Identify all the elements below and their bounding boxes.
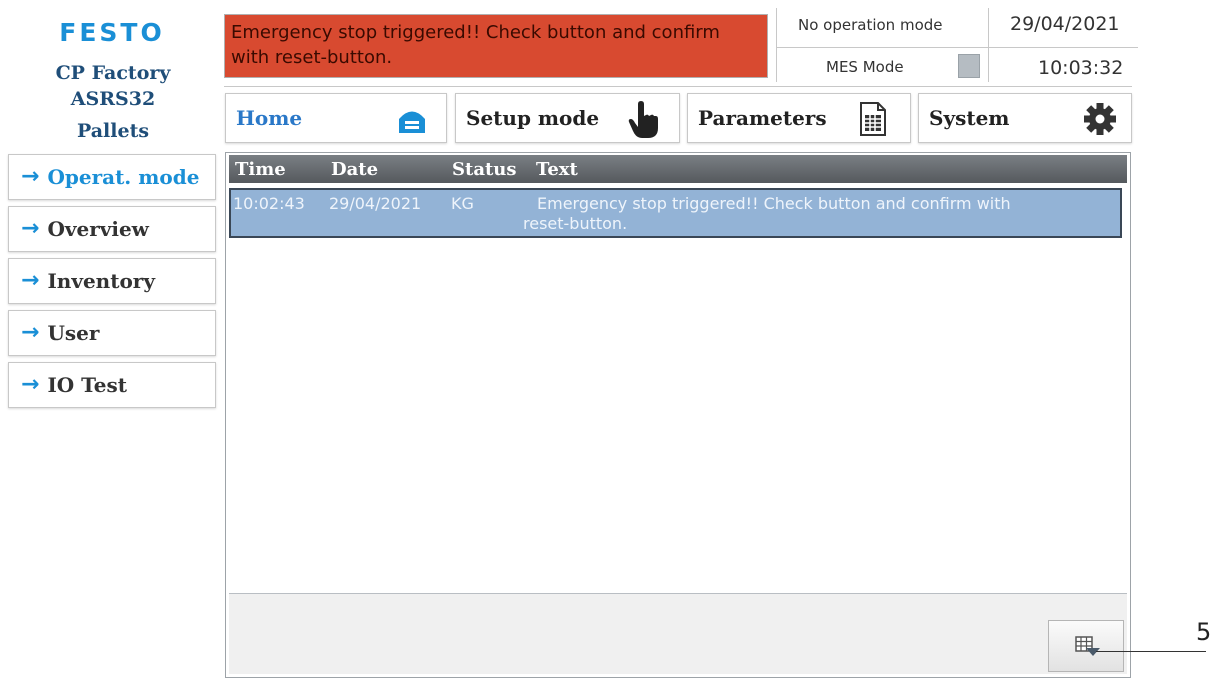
table-expand-icon <box>1075 636 1101 662</box>
sidebar-item-user[interactable]: → User <box>8 310 216 356</box>
column-header-text[interactable]: Text <box>536 159 578 180</box>
cell-date: 29/04/2021 <box>329 194 422 213</box>
arrow-right-icon: → <box>21 164 40 189</box>
time-display: 10:03:32 <box>1038 57 1124 79</box>
mes-mode-indicator[interactable] <box>958 54 980 78</box>
header-divider <box>776 47 1138 48</box>
tab-system-label: System <box>929 106 1010 130</box>
tab-setup-mode-label: Setup mode <box>466 106 600 130</box>
sidebar-item-overview[interactable]: → Overview <box>8 206 216 252</box>
cell-time: 10:02:43 <box>233 194 305 213</box>
table-expand-button[interactable] <box>1048 620 1124 672</box>
tab-system[interactable]: System <box>918 93 1132 143</box>
operation-mode-status: No operation mode <box>798 16 943 34</box>
callout-number: 5 <box>1196 618 1212 646</box>
station-name-line3: Pallets <box>76 120 150 142</box>
table-header: Time Date Status Text <box>229 155 1127 183</box>
sidebar-item-io-test[interactable]: → IO Test <box>8 362 216 408</box>
sidebar-item-label: Overview <box>47 217 149 241</box>
header-divider <box>224 86 1132 87</box>
spreadsheet-icon <box>858 102 888 140</box>
festo-logo: FESTO <box>59 18 165 47</box>
tab-parameters-label: Parameters <box>698 106 827 130</box>
cell-text-line2: reset-button. <box>523 214 628 233</box>
tab-setup-mode[interactable]: Setup mode <box>455 93 680 143</box>
cell-status: KG <box>451 194 474 213</box>
hand-pointer-icon <box>626 100 660 144</box>
arrow-right-icon: → <box>21 320 40 345</box>
station-name-line1: CP Factory <box>55 62 171 84</box>
alarm-message-banner[interactable]: Emergency stop triggered!! Check button … <box>224 14 768 78</box>
home-icon <box>396 106 428 138</box>
table-row[interactable]: 10:02:43 29/04/2021 KG Emergency stop tr… <box>229 188 1122 238</box>
tab-parameters[interactable]: Parameters <box>687 93 911 143</box>
sidebar-item-label: IO Test <box>47 373 127 397</box>
arrow-right-icon: → <box>21 372 40 397</box>
station-name-line2: ASRS32 <box>70 88 156 110</box>
sidebar-item-operat-mode[interactable]: → Operat. mode <box>8 154 216 200</box>
sidebar-item-label: Inventory <box>47 269 155 293</box>
date-display: 29/04/2021 <box>1010 13 1120 35</box>
column-header-time[interactable]: Time <box>235 159 286 180</box>
header-divider <box>776 8 777 82</box>
tab-home-label: Home <box>236 106 303 130</box>
tab-home[interactable]: Home <box>225 93 447 143</box>
cell-text-line1: Emergency stop triggered!! Check button … <box>537 194 1011 213</box>
sidebar-item-inventory[interactable]: → Inventory <box>8 258 216 304</box>
column-header-date[interactable]: Date <box>331 159 378 180</box>
sidebar-item-label: Operat. mode <box>47 165 200 189</box>
header-divider <box>988 8 989 82</box>
arrow-right-icon: → <box>21 268 40 293</box>
gear-icon <box>1083 102 1117 140</box>
sidebar-item-label: User <box>47 321 100 345</box>
callout-line <box>1096 651 1206 652</box>
column-header-status[interactable]: Status <box>452 159 517 180</box>
table-footer <box>229 594 1127 674</box>
mes-mode-label: MES Mode <box>826 58 904 76</box>
arrow-right-icon: → <box>21 216 40 241</box>
